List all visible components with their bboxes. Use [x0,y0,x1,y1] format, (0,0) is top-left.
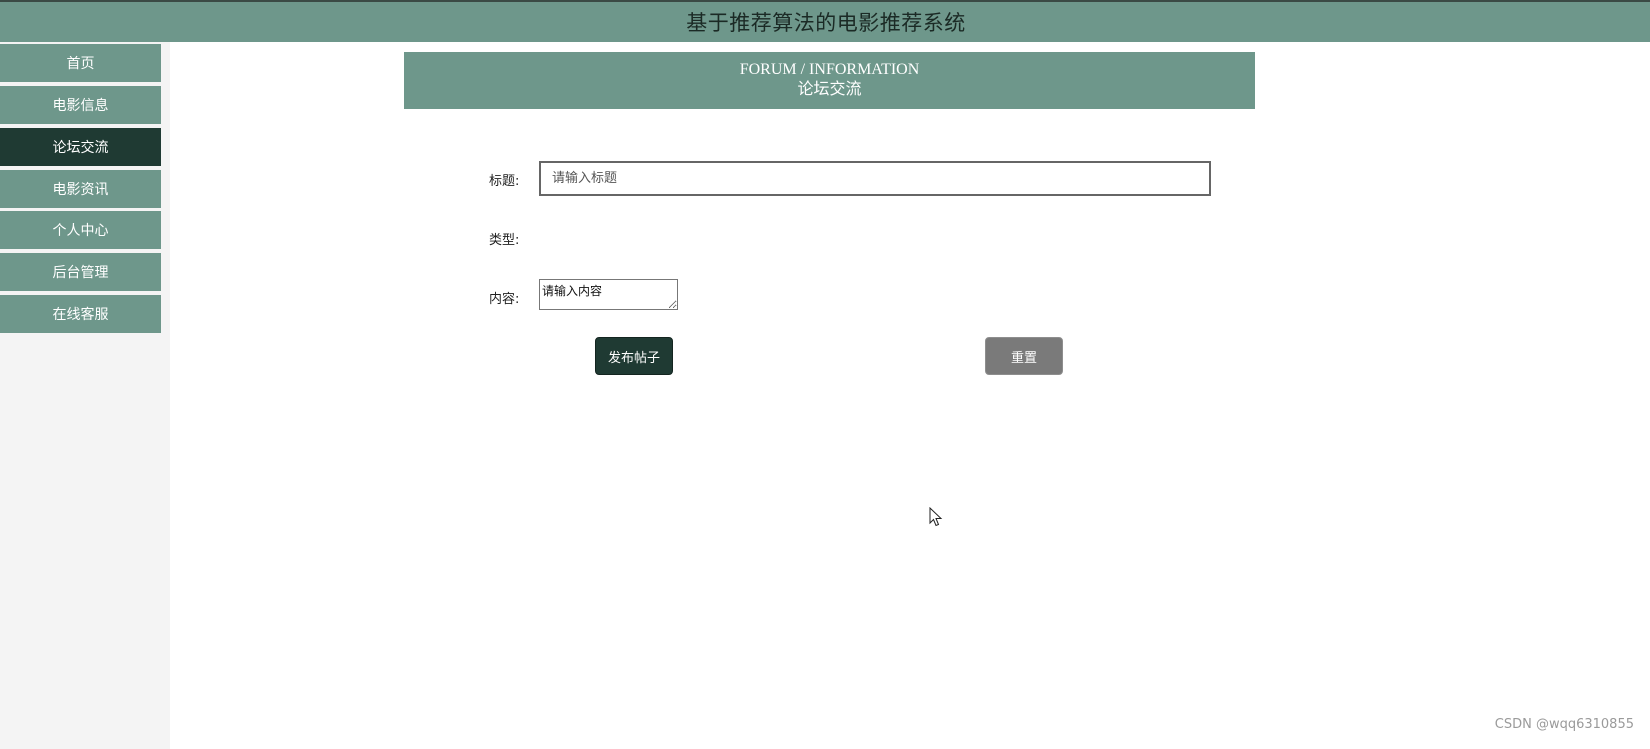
sidebar-item-home[interactable]: 首页 [0,44,161,82]
watermark: CSDN @wqq6310855 [1494,717,1634,732]
title-input[interactable] [539,161,1211,196]
sidebar-item-admin[interactable]: 后台管理 [0,253,161,291]
publish-post-button[interactable]: 发布帖子 [595,337,673,375]
top-header-bar: 基于推荐算法的电影推荐系统 [0,0,1650,42]
app-title: 基于推荐算法的电影推荐系统 [686,11,966,35]
section-banner: FORUM / INFORMATION 论坛交流 [404,52,1255,109]
content-textarea[interactable] [539,279,678,310]
sidebar: 首页 电影信息 论坛交流 电影资讯 个人中心 后台管理 在线客服 [0,42,170,749]
mouse-cursor-icon [929,507,943,527]
sidebar-item-movie-news[interactable]: 电影资讯 [0,170,161,208]
sidebar-item-label: 首页 [66,56,95,72]
sidebar-item-label: 电影资讯 [52,182,109,198]
banner-title-cn: 论坛交流 [797,79,862,98]
sidebar-item-forum[interactable]: 论坛交流 [0,128,161,166]
content-label: 内容: [489,292,520,307]
banner-title-en: FORUM / INFORMATION [739,61,920,78]
sidebar-item-label: 后台管理 [52,265,109,281]
sidebar-item-movie-info[interactable]: 电影信息 [0,86,161,124]
sidebar-item-label: 电影信息 [52,98,109,114]
type-label: 类型: [489,233,520,248]
sidebar-item-online-service[interactable]: 在线客服 [0,295,161,333]
reset-button[interactable]: 重置 [985,337,1063,375]
sidebar-item-label: 论坛交流 [52,140,109,156]
sidebar-item-label: 个人中心 [52,223,109,239]
sidebar-item-label: 在线客服 [52,307,109,323]
title-label: 标题: [489,174,520,189]
sidebar-item-personal-center[interactable]: 个人中心 [0,211,161,249]
reset-label: 重置 [1010,350,1037,366]
publish-post-label: 发布帖子 [607,350,660,366]
